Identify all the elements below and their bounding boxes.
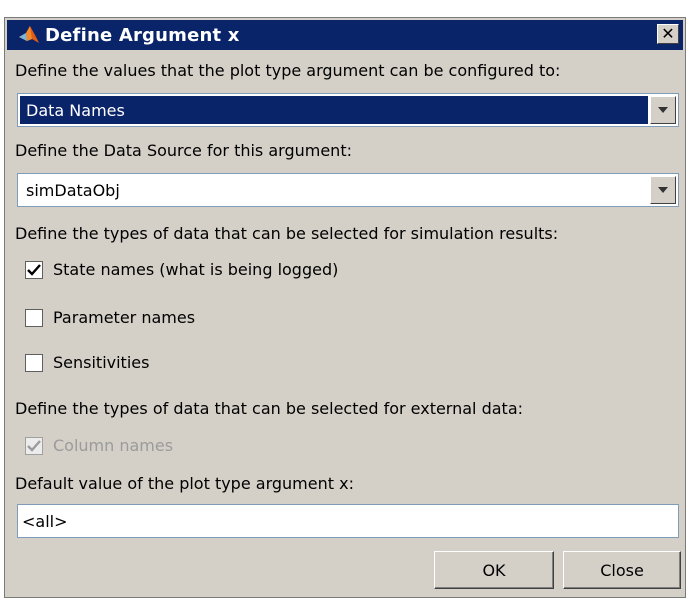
parameter-names-checkbox-row[interactable]: Parameter names	[25, 308, 195, 327]
checkmark-icon	[27, 439, 41, 452]
close-window-button[interactable]: ✕	[657, 24, 679, 44]
sensitivities-checkbox-row[interactable]: Sensitivities	[25, 353, 149, 372]
checkmark-icon	[27, 263, 41, 276]
default-value-field[interactable]: <all>	[17, 504, 679, 538]
data-source-dropdown-value: simDataObj	[26, 180, 120, 200]
state-names-checkbox[interactable]	[25, 260, 43, 279]
chevron-down-icon	[658, 187, 668, 193]
sensitivities-label: Sensitivities	[53, 353, 150, 372]
column-names-checkbox-row: Column names	[25, 436, 173, 455]
state-names-label: State names (what is being logged)	[53, 260, 339, 279]
title-bar[interactable]: Define Argument x ✕	[7, 20, 683, 50]
default-value-text: <all>	[22, 511, 68, 531]
values-dropdown-arrow-button[interactable]	[650, 96, 676, 124]
default-value-prompt-label: Default value of the plot type argument …	[15, 474, 354, 493]
values-dropdown-value: Data Names	[20, 96, 648, 124]
ok-button[interactable]: OK	[434, 551, 554, 589]
matlab-logo-icon	[19, 26, 39, 43]
dialog-title: Define Argument x	[45, 24, 240, 46]
simulation-types-prompt-label: Define the types of data that can be sel…	[15, 224, 559, 243]
close-button[interactable]: Close	[563, 551, 681, 589]
sensitivities-checkbox[interactable]	[25, 353, 43, 372]
column-names-label: Column names	[53, 436, 174, 455]
chevron-down-icon	[658, 107, 668, 113]
close-icon: ✕	[661, 24, 675, 43]
parameter-names-checkbox[interactable]	[25, 308, 43, 327]
parameter-names-label: Parameter names	[53, 308, 196, 327]
ok-button-label: OK	[482, 560, 506, 580]
data-source-dropdown[interactable]: simDataObj	[17, 173, 679, 207]
state-names-checkbox-row[interactable]: State names (what is being logged)	[25, 260, 338, 279]
close-button-label: Close	[600, 560, 644, 580]
column-names-checkbox	[25, 436, 43, 455]
values-dropdown[interactable]: Data Names	[17, 93, 679, 127]
define-argument-dialog: Define Argument x ✕ Define the values th…	[4, 17, 686, 598]
external-types-prompt-label: Define the types of data that can be sel…	[15, 399, 524, 418]
values-prompt-label: Define the values that the plot type arg…	[15, 61, 561, 80]
data-source-dropdown-arrow-button[interactable]	[650, 176, 676, 204]
source-prompt-label: Define the Data Source for this argument…	[15, 141, 352, 160]
